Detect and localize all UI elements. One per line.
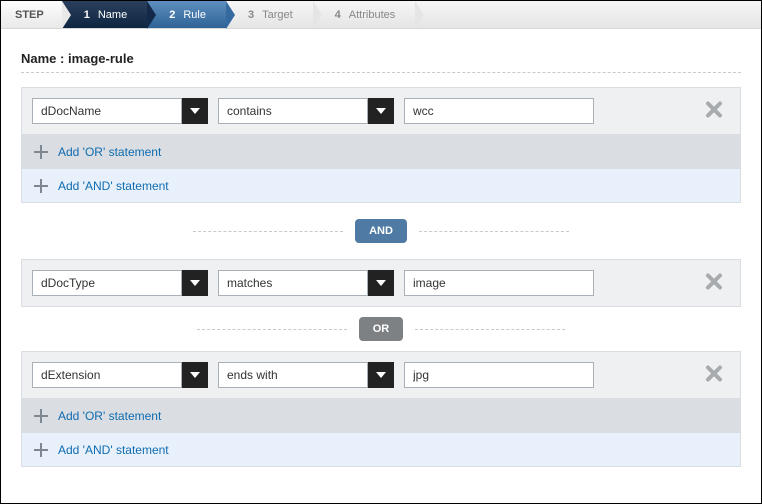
add-or-button[interactable]: Add 'OR' statement	[21, 399, 741, 433]
wizard-step-name[interactable]: 1 Name	[62, 1, 147, 28]
rule-name-heading: Name : image-rule	[21, 51, 741, 66]
value-input[interactable]	[404, 98, 594, 124]
app-frame: STEP 1 Name 2 Rule 3 Target 4 Attributes…	[0, 0, 762, 504]
divider	[197, 329, 347, 330]
condition-connector-or: OR	[21, 317, 741, 341]
divider	[419, 231, 569, 232]
condition-row	[21, 87, 741, 135]
value-field[interactable]	[404, 362, 594, 388]
condition-row	[21, 259, 741, 307]
divider	[415, 329, 565, 330]
field-select[interactable]	[32, 362, 208, 388]
wizard-step-rule[interactable]: 2 Rule	[147, 1, 226, 28]
or-pill: OR	[359, 317, 404, 341]
operator-input[interactable]	[218, 270, 368, 296]
add-or-label: Add 'OR' statement	[58, 409, 161, 423]
chevron-down-icon[interactable]	[182, 270, 208, 296]
wizard-steps: STEP 1 Name 2 Rule 3 Target 4 Attributes	[1, 1, 761, 29]
add-or-label: Add 'OR' statement	[58, 145, 161, 159]
plus-icon	[34, 409, 48, 423]
wizard-step-text: Name	[98, 9, 127, 21]
add-and-button[interactable]: Add 'AND' statement	[21, 433, 741, 467]
value-input[interactable]	[404, 362, 594, 388]
chevron-down-icon[interactable]	[182, 362, 208, 388]
group-connector-and: AND	[21, 219, 741, 243]
content-area: Name : image-rule Add 'OR' statement	[1, 29, 761, 467]
add-and-label: Add 'AND' statement	[58, 179, 169, 193]
plus-icon	[34, 179, 48, 193]
wizard-step-number: 2	[169, 9, 175, 21]
add-or-button[interactable]: Add 'OR' statement	[21, 135, 741, 169]
wizard-step-text: Rule	[183, 9, 206, 21]
wizard-step-label: STEP	[1, 1, 62, 28]
wizard-step-text: Attributes	[349, 9, 395, 21]
value-input[interactable]	[404, 270, 594, 296]
field-select[interactable]	[32, 270, 208, 296]
field-input[interactable]	[32, 362, 182, 388]
operator-input[interactable]	[218, 98, 368, 124]
wizard-step-attributes[interactable]: 4 Attributes	[313, 1, 416, 28]
plus-icon	[34, 145, 48, 159]
wizard-step-number: 3	[248, 9, 254, 21]
wizard-step-target[interactable]: 3 Target	[226, 1, 313, 28]
wizard-step-text: Target	[262, 9, 293, 21]
operator-select[interactable]	[218, 362, 394, 388]
wizard-step-number: 4	[335, 9, 341, 21]
chevron-down-icon[interactable]	[182, 98, 208, 124]
operator-select[interactable]	[218, 270, 394, 296]
divider	[21, 72, 741, 73]
field-select[interactable]	[32, 98, 208, 124]
delete-condition-button[interactable]	[704, 364, 724, 387]
chevron-down-icon[interactable]	[368, 362, 394, 388]
add-and-label: Add 'AND' statement	[58, 443, 169, 457]
operator-input[interactable]	[218, 362, 368, 388]
field-input[interactable]	[32, 98, 182, 124]
condition-row	[21, 351, 741, 399]
chevron-down-icon[interactable]	[368, 98, 394, 124]
delete-condition-button[interactable]	[704, 272, 724, 295]
value-field[interactable]	[404, 98, 594, 124]
value-field[interactable]	[404, 270, 594, 296]
plus-icon	[34, 443, 48, 457]
add-and-button[interactable]: Add 'AND' statement	[21, 169, 741, 203]
chevron-down-icon[interactable]	[368, 270, 394, 296]
operator-select[interactable]	[218, 98, 394, 124]
divider	[193, 231, 343, 232]
and-pill: AND	[355, 219, 407, 243]
delete-condition-button[interactable]	[704, 100, 724, 123]
field-input[interactable]	[32, 270, 182, 296]
wizard-step-number: 1	[84, 9, 90, 21]
